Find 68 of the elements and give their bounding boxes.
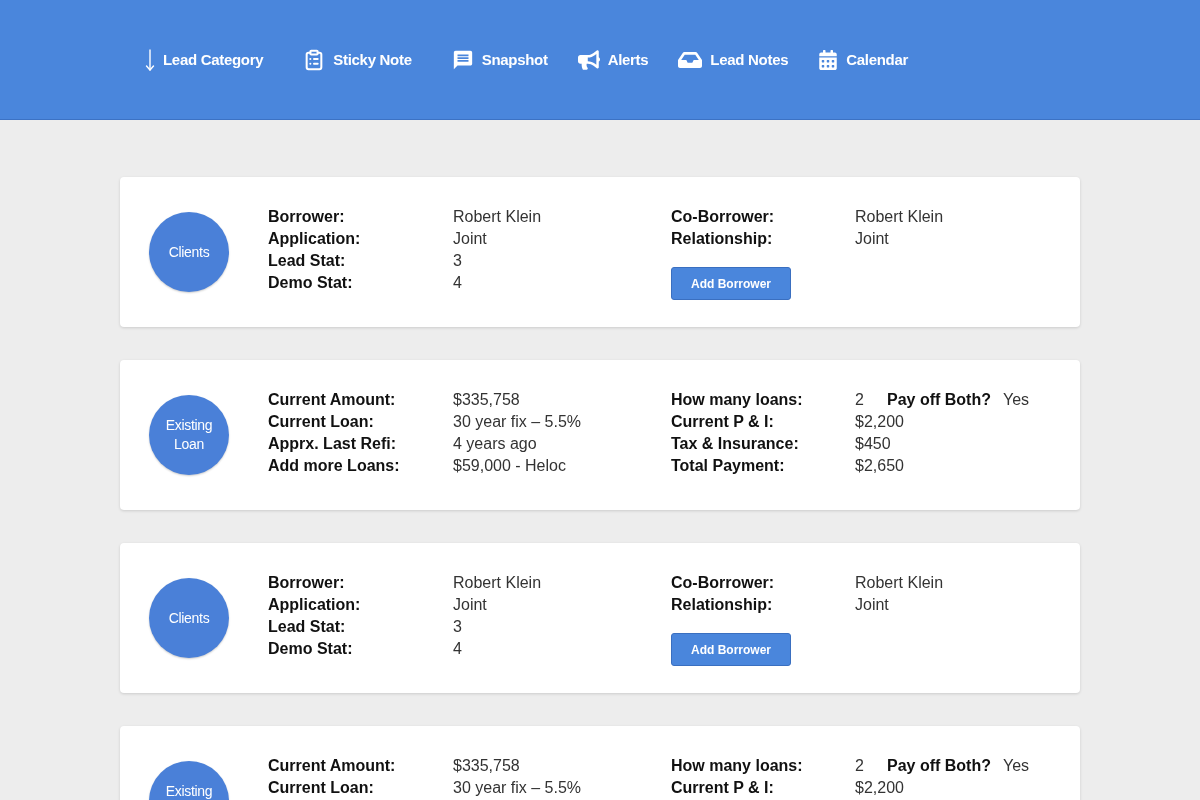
- field-value: Robert Klein: [855, 574, 944, 592]
- field-label: Current P & I:: [671, 413, 774, 431]
- field-label: Co-Borrower:: [671, 208, 775, 226]
- megaphone-icon: [577, 48, 600, 71]
- field-value: Joint: [855, 596, 889, 614]
- field-label: Borrower:: [268, 208, 345, 226]
- field-value: 4: [453, 640, 462, 658]
- field-value: Robert Klein: [453, 574, 542, 592]
- field-value: Joint: [453, 596, 487, 614]
- field-label: Pay off Both?: [887, 757, 992, 775]
- field-label: Current Amount:: [268, 391, 396, 409]
- field-value: 2: [855, 757, 865, 775]
- field-value: $335,758: [453, 391, 520, 409]
- field-value: Joint: [453, 230, 487, 248]
- calendar-icon: [818, 49, 839, 70]
- field-value: 30 year fix – 5.5%: [453, 779, 582, 797]
- field-value: Robert Klein: [453, 208, 542, 226]
- field-label: Application:: [268, 230, 361, 248]
- field-label: Lead Stat:: [268, 252, 346, 270]
- field-value: 3: [453, 618, 462, 636]
- field-label: Current Amount:: [268, 757, 396, 775]
- field-label: Apprx. Last Refi:: [268, 435, 396, 453]
- field-label: Current Loan:: [268, 779, 374, 797]
- nav-link[interactable]: Calendar: [818, 49, 908, 70]
- field-value: $2,200: [855, 413, 904, 431]
- section-badge: Clients: [149, 578, 229, 658]
- section-badge: Existing Loan: [149, 395, 229, 475]
- nav-link[interactable]: Alerts: [577, 48, 649, 71]
- field-value: Yes: [1003, 757, 1030, 775]
- field-label: Current Loan:: [268, 413, 374, 431]
- nav-link[interactable]: Sticky Note: [303, 48, 412, 71]
- add-borrower-button[interactable]: Add Borrower: [671, 633, 791, 666]
- nav-link[interactable]: Lead Category: [145, 48, 264, 71]
- field-label: Current P & I:: [671, 779, 774, 797]
- field-label: How many loans:: [671, 391, 803, 409]
- field-value: 3: [453, 252, 462, 270]
- field-value: 30 year fix – 5.5%: [453, 413, 582, 431]
- field-label: Demo Stat:: [268, 274, 353, 292]
- field-value: Robert Klein: [855, 208, 944, 226]
- nav-link[interactable]: Snapshot: [451, 48, 548, 71]
- speech-bubble-icon: [451, 48, 474, 71]
- field-value: 2: [855, 391, 865, 409]
- field-value: Yes: [1003, 391, 1030, 409]
- field-label: Relationship:: [671, 230, 773, 248]
- field-value: $335,758: [453, 757, 520, 775]
- field-value: $2,200: [855, 779, 904, 797]
- field-value: $2,650: [855, 457, 904, 475]
- field-label: Add more Loans:: [268, 457, 400, 475]
- field-label: Co-Borrower:: [671, 574, 775, 592]
- field-value: 4 years ago: [453, 435, 537, 453]
- field-label: Demo Stat:: [268, 640, 353, 658]
- field-label: How many loans:: [671, 757, 803, 775]
- field-label: Relationship:: [671, 596, 773, 614]
- field-label: Lead Stat:: [268, 618, 346, 636]
- section-badge: Clients: [149, 212, 229, 292]
- add-borrower-button[interactable]: Add Borrower: [671, 267, 791, 300]
- arrow-down-icon: [145, 48, 155, 71]
- field-label: Tax & Insurance:: [671, 435, 799, 453]
- field-value: $450: [855, 435, 891, 453]
- field-value: 4: [453, 274, 462, 292]
- field-label: Borrower:: [268, 574, 345, 592]
- field-label: Application:: [268, 596, 361, 614]
- field-label: Pay off Both?: [887, 391, 992, 409]
- field-label: Total Payment:: [671, 457, 785, 475]
- nav-link[interactable]: Lead Notes: [678, 47, 789, 72]
- section-badge: Existing: [149, 761, 229, 800]
- field-value: Joint: [855, 230, 889, 248]
- field-value: $59,000 - Heloc: [453, 457, 566, 475]
